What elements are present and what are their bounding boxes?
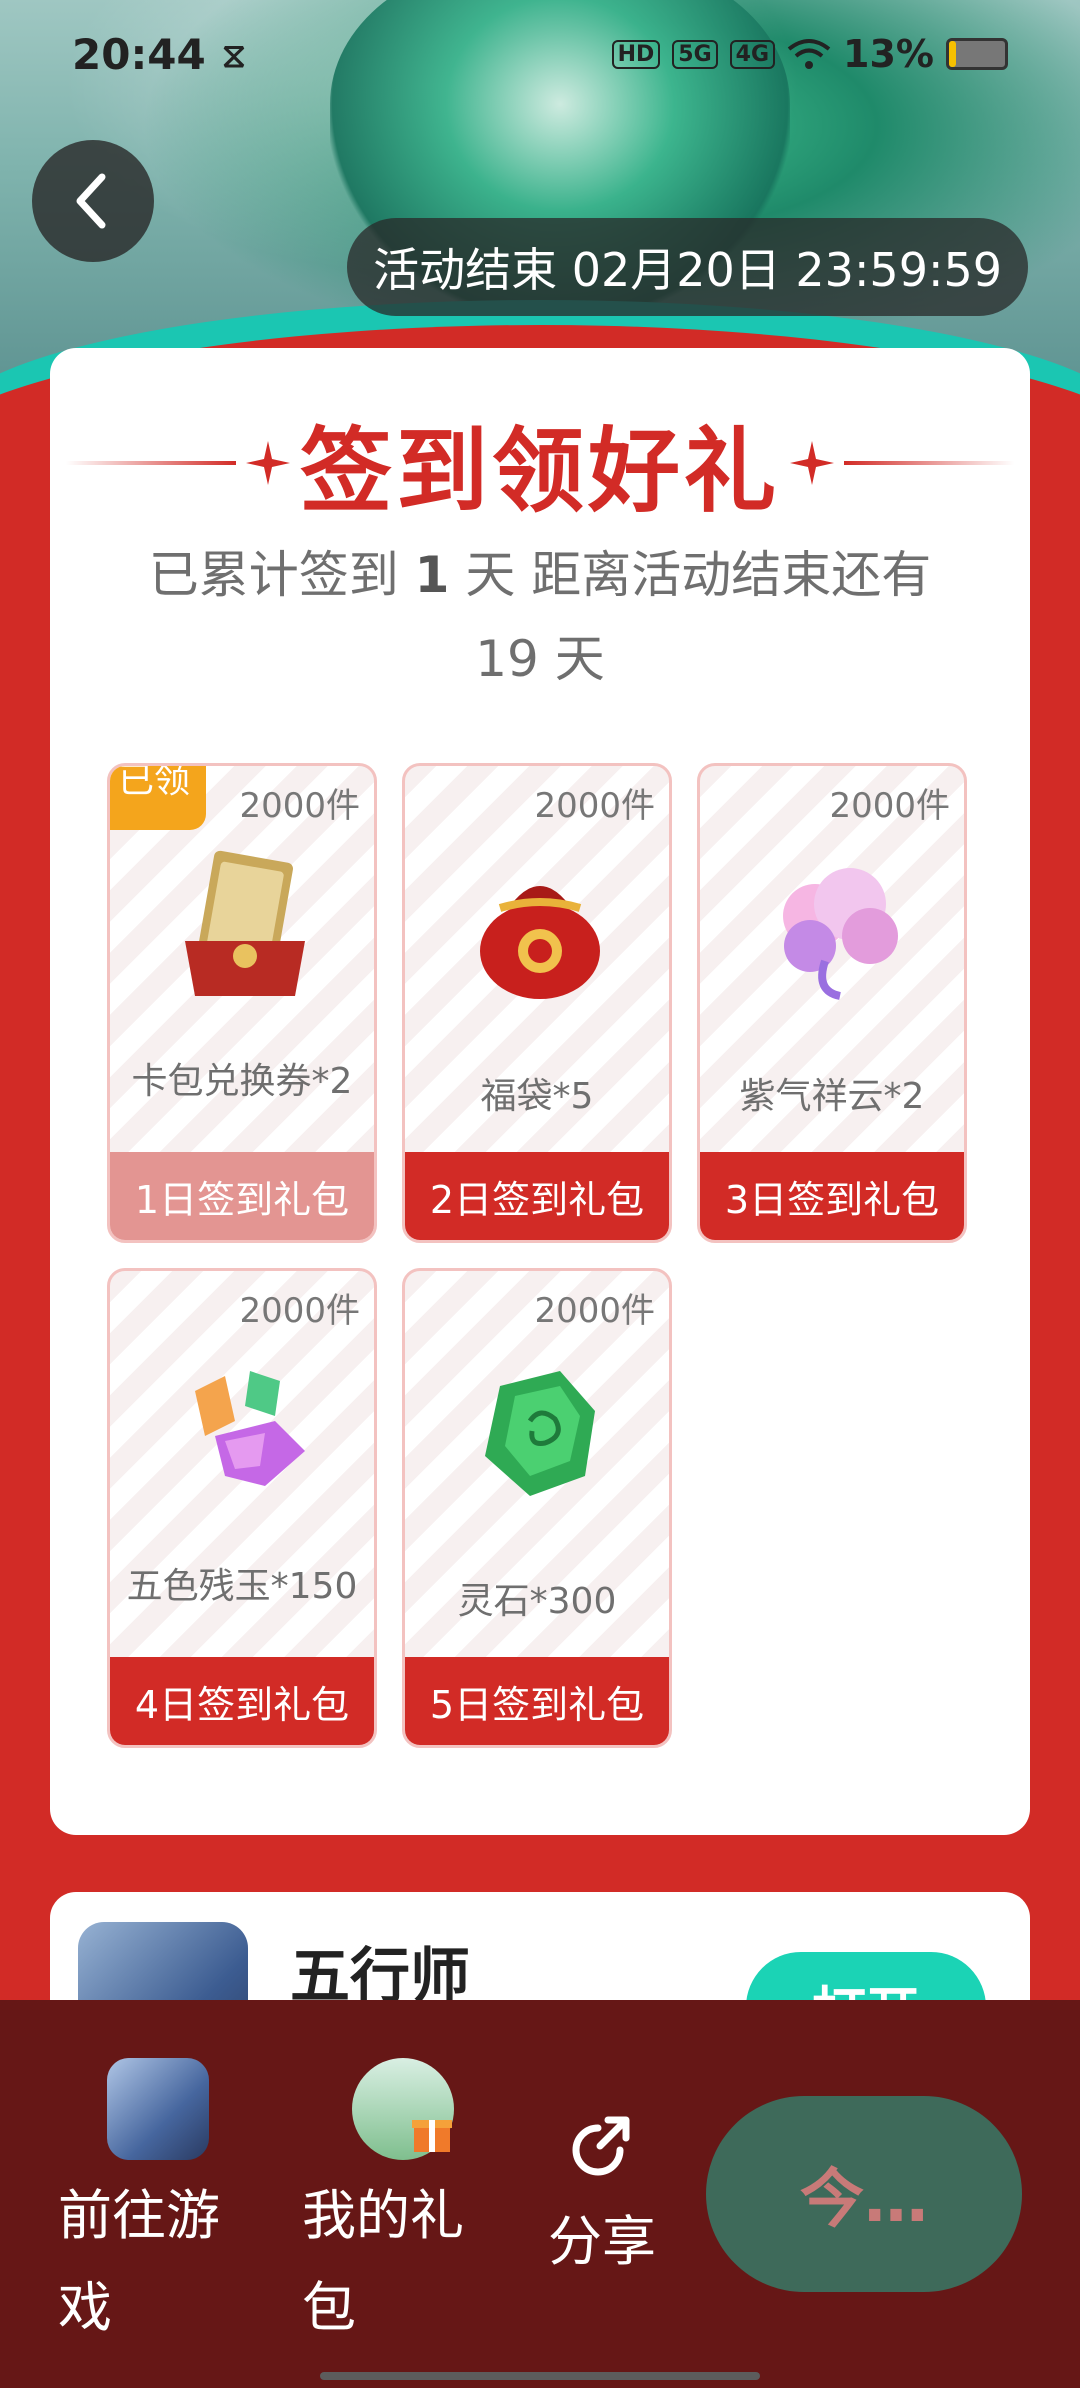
checkin-title: 签到领好礼 [299,417,780,525]
days-left: 19 天 [475,630,605,688]
gift-icon [412,2120,452,2152]
battery-icon [946,38,1008,70]
status-bar: 20:44 ⧖ HD 5G 4G 13% [0,0,1080,120]
reward-card-day5[interactable]: 2000件 灵石*300 5日签到礼包 [402,1268,672,1748]
claim-button[interactable]: 2日签到礼包 [405,1152,669,1240]
claim-button[interactable]: 4日签到礼包 [110,1657,374,1745]
go-to-game-button[interactable]: 前往游戏 [58,2170,248,2354]
checkin-title-row: 签到领好礼 [50,408,1030,525]
battery-percent: 13% [843,32,934,76]
wifi-icon [787,39,831,69]
checkin-cta-button[interactable]: 今… [706,2096,1022,2292]
reward-name: 卡包兑换券*2 [131,1061,353,1102]
reward-quantity: 2000件 [239,786,360,826]
hourglass-icon: ⧖ [222,36,246,76]
battery-level [949,41,957,67]
purple-cloud-icon [783,868,898,1000]
reward-quantity: 2000件 [534,786,655,826]
title-divider-left [65,461,236,465]
claim-button[interactable]: 5日签到礼包 [405,1657,669,1745]
spirit-stone-icon [485,1371,595,1496]
status-right: HD 5G 4G 13% [611,32,1008,76]
checkin-card: 签到领好礼 已累计签到 1 天 距离活动结束还有 19 天 已领 2000件 卡… [50,348,1030,1835]
reward-quantity: 2000件 [239,1291,360,1331]
title-divider-right [844,461,1014,465]
claimed-tag-label: 已领 [118,764,191,801]
sparkle-icon [790,441,834,485]
sparkle-icon [245,441,290,485]
home-indicator[interactable] [320,2372,760,2380]
five-color-jade-icon [195,1371,305,1486]
claimed-tag: 已领 [110,764,206,830]
share-button[interactable]: 分享 [548,2196,678,2288]
signal-4g-icon: 4G [729,39,776,69]
back-button[interactable] [32,140,154,262]
game-icon [107,2058,209,2160]
summary-prefix: 已累计签到 [148,546,415,604]
lucky-bag-icon [480,886,600,999]
reward-card-day1[interactable]: 已领 2000件 卡包兑换券*2 1日签到礼包 [107,763,377,1243]
card-pack-voucher-icon [185,850,305,996]
share-icon[interactable] [560,2112,636,2188]
reward-card-day2[interactable]: 2000件 福袋*5 2日签到礼包 [402,763,672,1243]
reward-name: 五色残玉*150 [126,1566,358,1607]
signal-5g-icon: 5G [672,39,718,69]
checkin-summary: 已累计签到 1 天 距离活动结束还有 19 天 [90,533,990,701]
chevron-left-icon [76,173,106,229]
summary-mid: 天 距离活动结束还有 [449,546,932,604]
reward-quantity: 2000件 [534,1291,655,1331]
reward-card-day3[interactable]: 2000件 紫气祥云*2 3日签到礼包 [697,763,967,1243]
hd-icon: HD [611,39,661,69]
status-time: 20:44 [72,30,206,79]
my-gifts-button[interactable]: 我的礼包 [302,2170,492,2354]
activity-end-time: 活动结束 02月20日 23:59:59 [347,218,1028,316]
bottom-action-bar: 前往游戏 我的礼包 分享 今… [0,2000,1080,2388]
reward-card-day4[interactable]: 2000件 五色残玉*150 4日签到礼包 [107,1268,377,1748]
claim-button[interactable]: 3日签到礼包 [700,1152,964,1240]
days-signed: 1 [414,546,450,604]
claim-button[interactable]: 1日签到礼包 [110,1152,374,1240]
reward-quantity: 2000件 [829,786,950,826]
